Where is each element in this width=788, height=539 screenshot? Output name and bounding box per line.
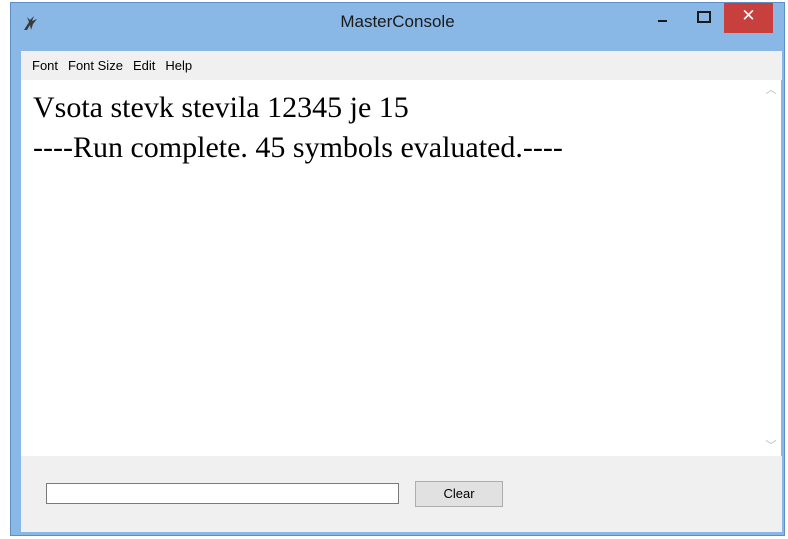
- maximize-icon: [697, 11, 711, 23]
- close-icon: ✕: [741, 6, 756, 26]
- console-output[interactable]: Vsota stevk stevila 12345 je 15 ----Run …: [21, 80, 781, 456]
- vertical-scrollbar[interactable]: ︿ ﹀: [761, 80, 781, 456]
- menu-edit[interactable]: Edit: [128, 51, 160, 80]
- clear-button[interactable]: Clear: [415, 481, 503, 507]
- master-console-window: MasterConsole ✕ Font Font Size Edit Help Vs…: [10, 2, 785, 536]
- chevron-up-icon[interactable]: ︿: [761, 80, 781, 100]
- menu-font-size[interactable]: Font Size: [63, 51, 128, 80]
- command-input[interactable]: [46, 483, 399, 504]
- minimize-icon: [658, 20, 667, 22]
- close-button[interactable]: ✕: [724, 3, 773, 33]
- menu-bar: Font Font Size Edit Help: [21, 51, 782, 80]
- output-line: Vsota stevk stevila 12345 je 15: [33, 91, 409, 124]
- chevron-down-icon[interactable]: ﹀: [761, 436, 781, 456]
- output-line: ----Run complete. 45 symbols evaluated.-…: [33, 131, 563, 164]
- command-panel: Clear: [21, 456, 782, 532]
- maximize-button[interactable]: [689, 3, 719, 33]
- menu-font[interactable]: Font: [21, 51, 63, 80]
- title-bar[interactable]: MasterConsole ✕: [11, 3, 784, 49]
- minimize-button[interactable]: [646, 3, 676, 33]
- menu-help[interactable]: Help: [160, 51, 197, 80]
